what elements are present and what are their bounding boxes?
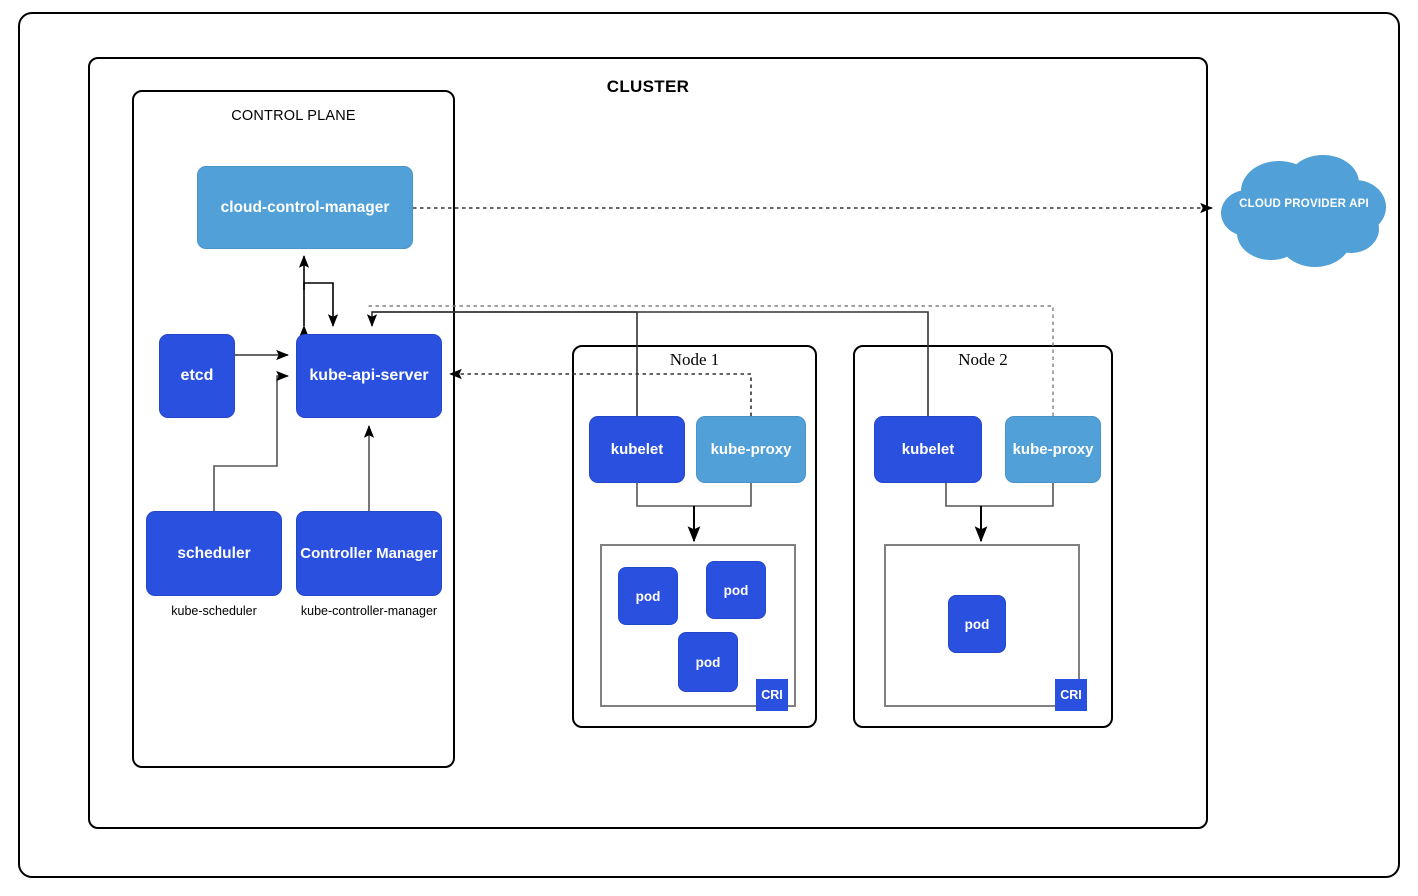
node-1-kube-proxy-box[interactable]: kube-proxy: [696, 416, 806, 483]
node-1-kubelet-box[interactable]: kubelet: [589, 416, 685, 483]
node-2-kubelet-box[interactable]: kubelet: [874, 416, 982, 483]
node-1-pod[interactable]: pod: [678, 632, 738, 692]
node-2-title: Node 2: [958, 350, 1008, 369]
kube-controller-manager-sublabel: kube-controller-manager: [300, 604, 438, 618]
control-plane-title: CONTROL PLANE: [231, 108, 356, 124]
etcd-box[interactable]: etcd: [159, 334, 235, 418]
cloud-provider-api-label: CLOUD PROVIDER API: [1239, 198, 1369, 210]
node-1-cri-badge: CRI: [756, 679, 788, 711]
node-1-pod[interactable]: pod: [706, 561, 766, 619]
controller-manager-box[interactable]: Controller Manager: [296, 511, 442, 596]
node-1-title: Node 1: [669, 350, 720, 369]
kube-scheduler-sublabel: kube-scheduler: [171, 604, 257, 618]
node-2-pod[interactable]: pod: [948, 595, 1006, 653]
cloud-icon: [1221, 155, 1386, 267]
cluster-title: CLUSTER: [606, 77, 690, 96]
cloud-provider-api-shape[interactable]: [1219, 151, 1389, 275]
node-2-cri-badge: CRI: [1055, 679, 1087, 711]
diagram-canvas: CLUSTER CONTROL PLANE Node 1 Node 2 clou…: [0, 0, 1418, 896]
kube-api-server-box[interactable]: kube-api-server: [296, 334, 442, 418]
node-2-kube-proxy-box[interactable]: kube-proxy: [1005, 416, 1101, 483]
cloud-control-manager-box[interactable]: cloud-control-manager: [197, 166, 413, 249]
node-1-pod[interactable]: pod: [618, 567, 678, 625]
scheduler-box[interactable]: scheduler: [146, 511, 282, 596]
